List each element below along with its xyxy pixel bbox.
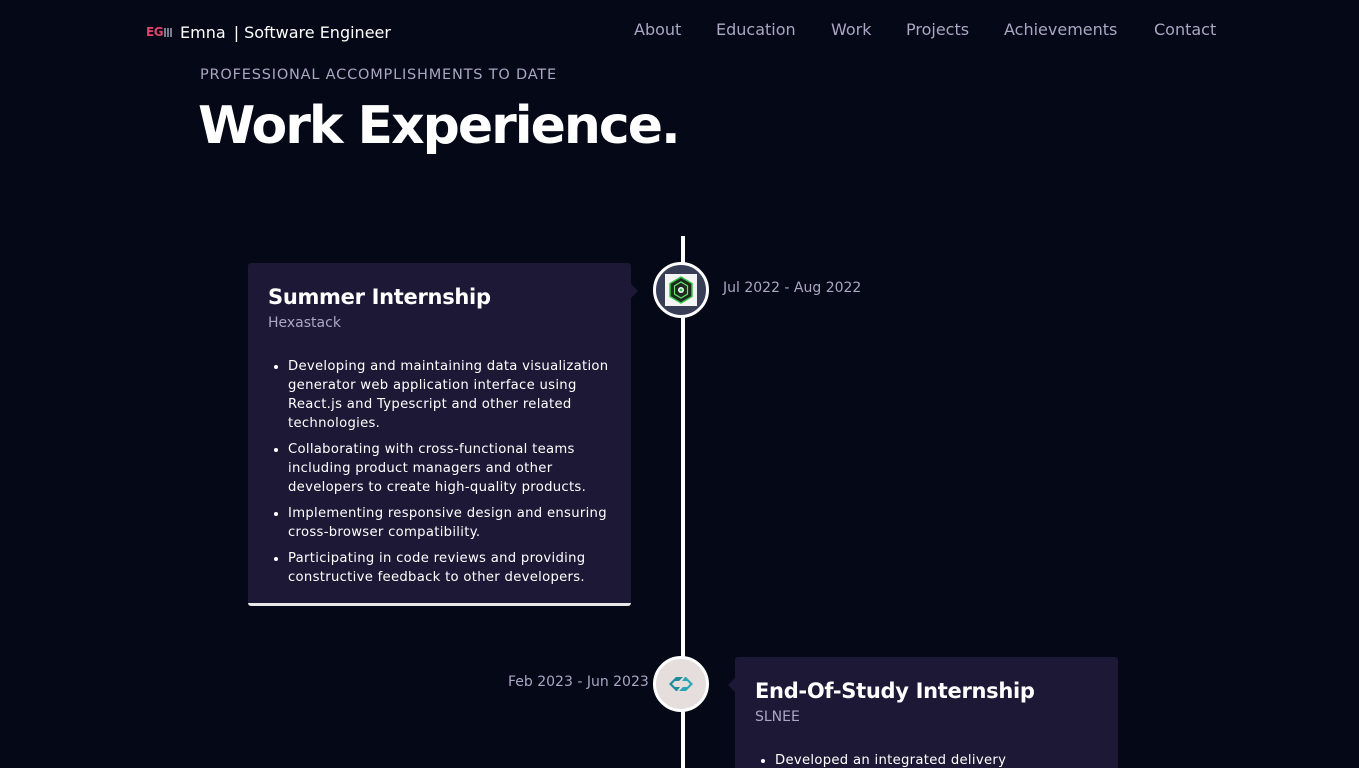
experience-point: Developed an integrated delivery — [775, 751, 1098, 768]
experience-date: Feb 2023 - Jun 2023 — [508, 674, 649, 690]
hexastack-logo-icon — [665, 274, 697, 306]
timeline-icon — [653, 656, 709, 712]
brand-separator: | — [233, 22, 240, 42]
nav-link-work[interactable]: Work — [831, 20, 872, 39]
brand-logo-icon: EG — [146, 25, 173, 39]
navbar: EG Emna | Software Engineer About Educat… — [0, 0, 1359, 64]
experience-date: Jul 2022 - Aug 2022 — [723, 280, 862, 296]
experience-company: Hexastack — [268, 315, 341, 331]
nav-link-contact[interactable]: Contact — [1154, 20, 1216, 39]
brand-role: Software Engineer — [244, 22, 391, 42]
page-title: Work Experience. — [198, 96, 681, 156]
experience-point: Developing and maintaining data visualiz… — [288, 357, 611, 433]
experience-points: Developed an integrated delivery — [755, 751, 1098, 768]
nav-link-education[interactable]: Education — [716, 20, 796, 39]
brand-name: Emna — [180, 22, 226, 42]
nav-link-projects[interactable]: Projects — [906, 20, 969, 39]
section-eyebrow: Professional accomplishments to date — [200, 67, 557, 83]
experience-point: Implementing responsive design and ensur… — [288, 504, 611, 542]
experience-card: End-Of-Study Internship SLNEE Developed … — [728, 657, 1118, 768]
card-pointer — [631, 284, 638, 298]
experience-point: Participating in code reviews and provid… — [288, 549, 611, 587]
experience-point: Collaborating with cross-functional team… — [288, 440, 611, 497]
experience-title: End-Of-Study Internship — [755, 679, 1035, 703]
experience-card: Summer Internship Hexastack Developing a… — [248, 263, 638, 606]
experience-points: Developing and maintaining data visualiz… — [268, 357, 611, 587]
card-pointer — [728, 678, 735, 692]
slnee-logo-icon — [669, 677, 693, 691]
brand-link[interactable]: EG Emna | Software Engineer — [146, 20, 391, 44]
experience-company: SLNEE — [755, 709, 800, 725]
experience-title: Summer Internship — [268, 285, 491, 309]
portfolio-page: EG Emna | Software Engineer About Educat… — [0, 0, 1359, 768]
timeline-icon — [653, 262, 709, 318]
nav-link-about[interactable]: About — [634, 20, 681, 39]
nav-link-achievements[interactable]: Achievements — [1004, 20, 1117, 39]
